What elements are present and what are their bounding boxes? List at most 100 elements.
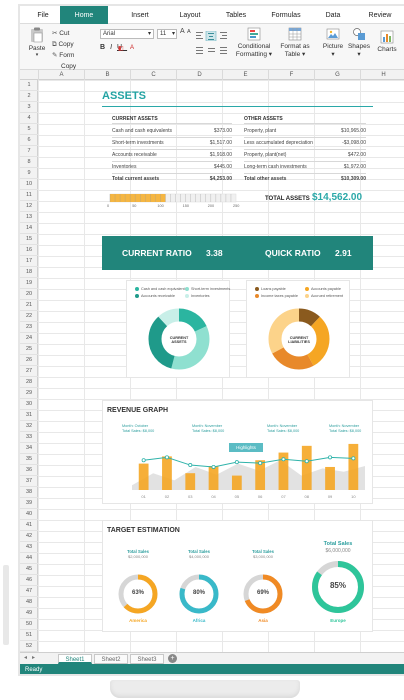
row-header[interactable]: 40	[20, 509, 38, 520]
sheet-tab-3[interactable]: Sheet3	[130, 654, 164, 664]
revenue-bar[interactable]	[185, 473, 196, 490]
tab-layout[interactable]: Layout	[170, 6, 210, 24]
row-header[interactable]: 9	[20, 168, 38, 179]
row-header[interactable]: 33	[20, 432, 38, 443]
row-header[interactable]: 47	[20, 586, 38, 597]
revenue-point[interactable]	[351, 456, 356, 461]
bold-icon[interactable]: B	[100, 44, 110, 51]
alignment-buttons[interactable]	[196, 31, 228, 41]
revenue-point[interactable]	[328, 455, 333, 460]
row-header[interactable]: 51	[20, 630, 38, 641]
row-header[interactable]: 19	[20, 278, 38, 289]
revenue-bar[interactable]	[301, 445, 312, 490]
row-header[interactable]: 39	[20, 498, 38, 509]
tab-insert[interactable]: Insert	[120, 6, 160, 24]
shapes-button[interactable]: Shapes ▾	[346, 27, 372, 58]
revenue-point[interactable]	[188, 463, 193, 468]
revenue-bar[interactable]	[325, 466, 335, 490]
row-header[interactable]: 13	[20, 212, 38, 223]
column-header-d[interactable]: D	[176, 70, 222, 80]
column-header-g[interactable]: G	[314, 70, 360, 80]
row-header[interactable]: 12	[20, 201, 38, 212]
column-header-f[interactable]: F	[268, 70, 314, 80]
tab-formulas[interactable]: Formulas	[262, 6, 310, 24]
row-header[interactable]: 22	[20, 311, 38, 322]
font-name-select[interactable]: Arial ▾	[100, 29, 154, 39]
vertical-align-buttons[interactable]	[196, 46, 228, 56]
row-header[interactable]: 34	[20, 443, 38, 454]
tab-tables[interactable]: Tables	[216, 6, 256, 24]
row-header[interactable]: 43	[20, 542, 38, 553]
revenue-bar[interactable]	[138, 463, 149, 490]
cut-button[interactable]: ✂ Cut	[52, 28, 76, 39]
column-header-b[interactable]: B	[84, 70, 130, 80]
sheet-tab-1[interactable]: Sheet1	[58, 654, 92, 664]
row-header[interactable]: 52	[20, 641, 38, 652]
font-shrink-icon[interactable]: A	[187, 29, 191, 35]
row-header[interactable]: 44	[20, 553, 38, 564]
sheet-tab-2[interactable]: Sheet2	[94, 654, 128, 664]
row-header[interactable]: 16	[20, 245, 38, 256]
row-header[interactable]: 42	[20, 531, 38, 542]
format-painter-button[interactable]: ✎ Form Copy	[52, 50, 76, 72]
row-header[interactable]: 29	[20, 388, 38, 399]
column-header-e[interactable]: E	[222, 70, 268, 80]
row-header[interactable]: 8	[20, 157, 38, 168]
row-header[interactable]: 35	[20, 454, 38, 465]
column-header-c[interactable]: C	[130, 70, 176, 80]
row-header[interactable]: 41	[20, 520, 38, 531]
revenue-point[interactable]	[211, 464, 216, 469]
font-grow-icon[interactable]: A	[180, 28, 185, 35]
revenue-bar[interactable]	[231, 475, 242, 490]
revenue-point[interactable]	[234, 460, 239, 465]
sheet-nav-prev-icon[interactable]: ◂	[24, 654, 27, 661]
add-sheet-button[interactable]: +	[168, 654, 177, 663]
revenue-bar[interactable]	[348, 443, 359, 490]
row-header[interactable]: 49	[20, 608, 38, 619]
tab-data[interactable]: Data	[316, 6, 350, 24]
column-header-a[interactable]: A	[38, 70, 84, 80]
tab-home[interactable]: Home	[60, 6, 108, 24]
paste-button[interactable]: Paste ▾	[26, 27, 48, 58]
row-header[interactable]: 15	[20, 234, 38, 245]
column-header-h[interactable]: H	[360, 70, 404, 80]
row-header[interactable]: 17	[20, 256, 38, 267]
font-color-icon[interactable]: A	[130, 45, 134, 51]
revenue-bar[interactable]	[162, 456, 172, 490]
paste-dropdown-icon[interactable]: ▾	[26, 52, 48, 58]
row-header[interactable]: 46	[20, 575, 38, 586]
row-header[interactable]: 1	[20, 80, 38, 91]
row-header[interactable]: 27	[20, 366, 38, 377]
row-header[interactable]: 50	[20, 619, 38, 630]
revenue-point[interactable]	[304, 459, 309, 464]
charts-button[interactable]: Charts	[374, 30, 400, 53]
row-header[interactable]: 6	[20, 135, 38, 146]
copy-button[interactable]: ⧉ Copy	[52, 39, 76, 50]
row-header[interactable]: 21	[20, 300, 38, 311]
row-header[interactable]: 31	[20, 410, 38, 421]
picture-button[interactable]: Picture ▾	[320, 27, 346, 58]
row-header[interactable]: 14	[20, 223, 38, 234]
row-header[interactable]: 45	[20, 564, 38, 575]
row-header[interactable]: 38	[20, 487, 38, 498]
row-header[interactable]: 37	[20, 476, 38, 487]
row-header[interactable]: 5	[20, 124, 38, 135]
row-header[interactable]: 25	[20, 344, 38, 355]
row-header[interactable]: 10	[20, 179, 38, 190]
row-header[interactable]: 20	[20, 289, 38, 300]
revenue-bar[interactable]	[208, 466, 219, 490]
tab-review[interactable]: Review	[360, 6, 400, 24]
row-header[interactable]: 11	[20, 190, 38, 201]
row-header[interactable]: 32	[20, 421, 38, 432]
revenue-point[interactable]	[164, 455, 169, 460]
row-header[interactable]: 18	[20, 267, 38, 278]
row-header[interactable]: 48	[20, 597, 38, 608]
row-header[interactable]: 4	[20, 113, 38, 124]
revenue-point[interactable]	[258, 461, 263, 466]
row-header[interactable]: 24	[20, 333, 38, 344]
revenue-point[interactable]	[281, 457, 286, 462]
row-header[interactable]: 36	[20, 465, 38, 476]
row-header[interactable]: 23	[20, 322, 38, 333]
font-size-select[interactable]: 11 ▾	[157, 29, 177, 39]
sheet-nav-next-icon[interactable]: ▸	[32, 654, 35, 661]
